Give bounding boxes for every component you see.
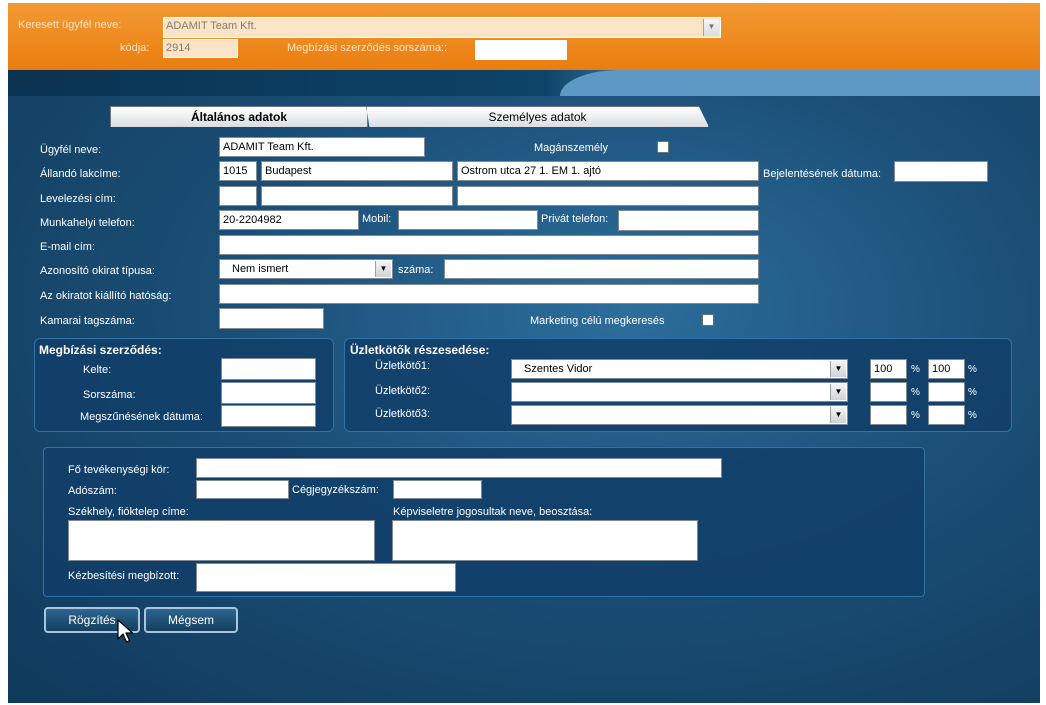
id-type-select[interactable]: Nem ismert ▼ [219,259,393,279]
percent-sign: % [968,387,977,398]
private-phone-label: Privát telefon: [541,213,609,225]
zip-field[interactable]: 1015 [219,161,257,181]
id-number-field[interactable] [444,259,759,279]
mobile-label: Mobil: [362,213,392,225]
chevron-down-icon[interactable]: ▼ [830,384,846,400]
mailing-street-field[interactable] [457,186,759,206]
registration-date-label: Bejelentésének dátuma: [763,168,882,180]
activity-field[interactable] [196,458,722,478]
contract-number-label: Megbízási szerződés sorszáma:: [287,42,448,54]
id-type-label: Azonosító okirat típusa: [40,265,155,277]
broker1-select[interactable]: Szentes Vidor ▼ [511,359,848,379]
searched-client-value: ADAMIT Team Kft. [166,20,257,32]
private-person-checkbox[interactable] [657,141,669,153]
client-name-label: Ügyfél neve: [40,144,102,156]
mailing-city-field[interactable] [261,186,453,206]
permanent-address-label: Állandó lakcíme: [40,168,121,180]
searched-client-select[interactable]: ADAMIT Team Kft. ▼ [163,17,721,38]
id-number-label: száma: [398,264,434,276]
private-person-label: Magánszemély [534,142,608,154]
contract-number-label-2: Sorszáma: [83,389,136,401]
contract-date-field[interactable] [221,358,316,380]
broker3-pct1-field[interactable] [870,405,907,425]
cancel-button[interactable]: Mégsem [144,607,238,633]
broker2-select[interactable]: ▼ [511,382,848,402]
contract-number-field-2[interactable] [221,382,316,404]
mobile-field[interactable] [398,210,538,230]
marketing-label: Marketing célú megkeresés [530,315,665,327]
email-field[interactable] [219,235,759,255]
private-phone-field[interactable] [618,210,759,231]
contract-end-date-field[interactable] [221,405,316,427]
contract-number-field[interactable] [475,40,567,60]
percent-sign: % [968,364,977,375]
broker3-select[interactable]: ▼ [511,405,848,425]
contract-end-date-label: Megszűnésének dátuma: [80,411,203,423]
activity-label: Fő tevékenységi kör: [68,464,170,476]
percent-sign: % [911,364,920,375]
issuing-authority-label: Az okiratot kiállító hatóság: [40,290,172,302]
mailing-zip-field[interactable] [219,186,257,206]
percent-sign: % [911,410,920,421]
marketing-checkbox[interactable] [702,314,714,326]
broker3-label: Üzletkötő3: [375,408,431,420]
broker2-pct1-field[interactable] [870,382,907,402]
brokers-title: Üzletkötők részesedése: [350,343,490,357]
registration-date-field[interactable] [894,161,988,182]
id-type-value: Nem ismert [232,263,289,275]
chevron-down-icon[interactable]: ▼ [703,19,719,36]
code-label: kódja: [120,42,150,54]
mailing-address-label: Levelezési cím: [40,193,116,205]
delivery-field[interactable] [196,563,456,592]
reg-field[interactable] [393,480,482,499]
reps-field[interactable] [392,520,698,561]
city-field[interactable]: Budapest [261,161,453,181]
tax-field[interactable] [196,480,289,499]
mouse-cursor-icon [117,619,134,643]
contract-title: Megbízási szerződés: [39,343,162,357]
tab-general[interactable]: Általános adatok [110,106,368,127]
broker2-pct2-field[interactable] [928,382,965,402]
broker2-label: Üzletkötő2: [375,385,431,397]
broker1-value: Szentes Vidor [524,363,593,375]
broker1-pct1-field[interactable]: 100 [870,359,907,379]
broker1-label: Üzletkötő1: [375,360,431,372]
chevron-down-icon[interactable]: ▼ [375,261,391,277]
percent-sign: % [968,410,977,421]
delivery-label: Kézbesítési megbízott: [68,570,180,582]
tax-label: Adószám: [68,485,117,497]
reg-label: Cégjegyzékszám: [292,484,379,496]
work-phone-field[interactable]: 20-2204982 [219,210,359,230]
reps-label: Képviseletre jogosultak neve, beosztása: [393,506,593,518]
issuing-authority-field[interactable] [219,284,759,304]
percent-sign: % [911,387,920,398]
street-field[interactable]: Ostrom utca 27 1. EM 1. ajtó [457,161,759,181]
seat-field[interactable] [68,520,375,561]
chevron-down-icon[interactable]: ▼ [830,361,846,377]
chevron-down-icon[interactable]: ▼ [830,407,846,423]
seat-label: Székhely, fióktelep címe: [68,506,189,518]
decorative-wave [560,70,1040,96]
contract-date-label: Kelte: [83,364,112,376]
broker1-pct2-field[interactable]: 100 [928,359,965,379]
work-phone-label: Munkahelyi telefon: [40,217,135,229]
chamber-label: Kamarai tagszáma: [40,315,135,327]
broker3-pct2-field[interactable] [928,405,965,425]
chamber-field[interactable] [219,308,324,329]
code-field[interactable]: 2914 [163,39,238,58]
client-name-field[interactable]: ADAMIT Team Kft. [219,137,425,157]
email-label: E-mail cím: [40,241,95,253]
tab-personal[interactable]: Személyes adatok [366,106,709,127]
searched-client-label: Keresett ügyfél neve: [18,19,122,31]
